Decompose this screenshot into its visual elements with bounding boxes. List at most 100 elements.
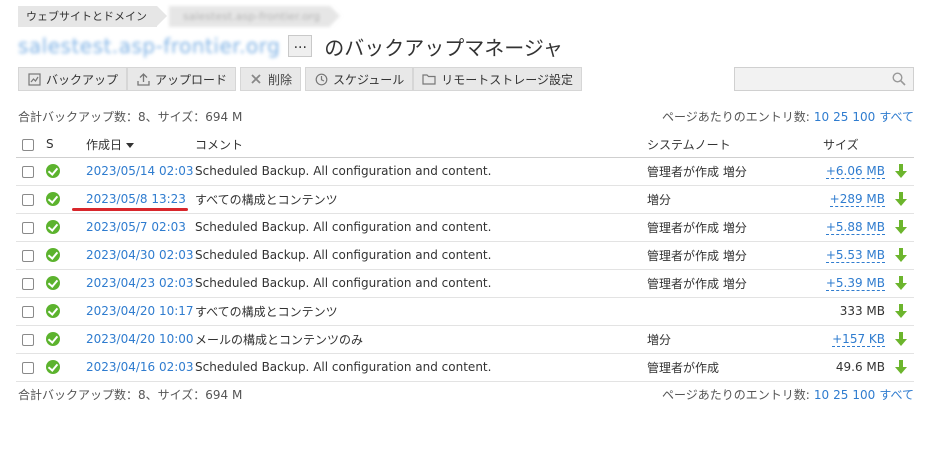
size-link[interactable]: +5.53 MB [825, 248, 885, 263]
date-cell: 2023/04/30 02:03 [86, 241, 195, 270]
row-checkbox-cell [16, 353, 46, 382]
status-ok-icon [46, 332, 60, 347]
summary-bottom: 合計バックアップ数：8、サイズ：694 M [18, 388, 243, 402]
row-checkbox[interactable] [22, 305, 34, 318]
row-checkbox[interactable] [22, 249, 34, 262]
download-icon[interactable] [894, 192, 907, 207]
system-note-header[interactable]: システムノート [647, 132, 823, 158]
download-icon[interactable] [894, 220, 907, 235]
breadcrumb: ウェブサイトとドメイン salestest.asp-frontier.org [18, 6, 342, 27]
table-header: S 作成日 コメント システムノート サイズ [16, 132, 914, 158]
breadcrumb-domain[interactable]: salestest.asp-frontier.org [169, 6, 341, 27]
download-cell [887, 325, 914, 354]
row-checkbox-cell [16, 185, 46, 214]
backup-table: S 作成日 コメント システムノート サイズ 2023/05/14 02:03 S… [16, 132, 914, 382]
per-page-label: ページあたりのエントリ数: [662, 388, 810, 402]
size-cell: +6.06 MB [823, 157, 887, 186]
date-cell: 2023/04/23 02:03 [86, 269, 195, 298]
more-button[interactable]: ... [288, 35, 313, 57]
system-note-cell: 管理者が作成 増分 [647, 241, 823, 270]
comment-header[interactable]: コメント [195, 132, 647, 158]
table-row: 2023/04/20 10:00 メールの構成とコンテンツのみ 増分 +157 KB [16, 325, 914, 354]
download-cell [887, 213, 914, 242]
row-checkbox-cell [16, 213, 46, 242]
download-icon[interactable] [894, 332, 907, 347]
per-page-100[interactable]: 100 [852, 110, 875, 124]
schedule-button[interactable]: スケジュール [305, 67, 414, 91]
search-input[interactable] [734, 67, 914, 91]
per-page-25[interactable]: 25 [833, 110, 848, 124]
status-header[interactable]: S [46, 132, 86, 158]
backup-icon [27, 72, 41, 86]
size-link[interactable]: +5.88 MB [825, 220, 885, 235]
domain-name-link[interactable]: salestest.asp-frontier.org [18, 34, 280, 58]
per-page-25[interactable]: 25 [833, 388, 848, 402]
row-checkbox[interactable] [22, 221, 34, 234]
comment-cell: すべての構成とコンテンツ [195, 297, 647, 326]
date-cell: 2023/05/14 02:03 [86, 157, 195, 186]
per-page-all[interactable]: すべて [879, 110, 914, 124]
row-checkbox[interactable] [22, 333, 34, 346]
per-page-10[interactable]: 10 [814, 388, 829, 402]
backup-date-link[interactable]: 2023/04/20 10:00 [86, 332, 194, 346]
delete-button[interactable]: 削除 [240, 67, 302, 91]
summary-top: 合計バックアップ数：8、サイズ：694 M [18, 110, 243, 124]
size-cell: +5.39 MB [823, 269, 887, 298]
status-cell [46, 269, 86, 298]
download-icon[interactable] [894, 276, 907, 291]
date-cell: 2023/04/16 02:03 [86, 353, 195, 382]
row-checkbox[interactable] [22, 165, 34, 178]
remote-storage-button[interactable]: リモートストレージ設定 [413, 67, 582, 91]
schedule-label: スケジュール [333, 72, 405, 87]
per-page-100[interactable]: 100 [852, 388, 875, 402]
row-checkbox-cell [16, 241, 46, 270]
table-row: 2023/04/23 02:03 Scheduled Backup. All co… [16, 269, 914, 298]
search-icon[interactable] [892, 72, 906, 86]
system-note-cell: 管理者が作成 増分 [647, 157, 823, 186]
status-ok-icon [46, 304, 60, 319]
clock-icon [314, 72, 328, 86]
per-page-10[interactable]: 10 [814, 110, 829, 124]
size-cell: +289 MB [823, 185, 887, 214]
backup-date-link[interactable]: 2023/05/14 02:03 [86, 164, 194, 178]
download-icon[interactable] [894, 248, 907, 263]
date-cell: 2023/04/20 10:00 [86, 325, 195, 354]
size-link[interactable]: +5.39 MB [825, 276, 885, 291]
red-underline-annotation [72, 208, 188, 211]
backup-date-link[interactable]: 2023/05/7 02:03 [86, 220, 186, 234]
size-header[interactable]: サイズ [823, 132, 887, 158]
size-link[interactable]: +289 MB [829, 192, 885, 207]
row-checkbox[interactable] [22, 277, 34, 290]
status-ok-icon [46, 276, 60, 291]
row-checkbox-cell [16, 269, 46, 298]
date-header[interactable]: 作成日 [86, 132, 195, 158]
download-icon[interactable] [894, 164, 907, 179]
backup-date-link[interactable]: 2023/04/23 02:03 [86, 276, 194, 290]
table-row: 2023/05/14 02:03 Scheduled Backup. All co… [16, 157, 914, 186]
backup-label: バックアップ [46, 72, 119, 87]
page-title: のバックアップマネージャ [324, 35, 563, 60]
table-row: 2023/04/30 02:03 Scheduled Backup. All co… [16, 241, 914, 270]
size-link[interactable]: +157 KB [832, 332, 885, 347]
comment-cell: Scheduled Backup. All configuration and … [195, 157, 647, 186]
backup-date-link[interactable]: 2023/04/30 02:03 [86, 248, 194, 262]
breadcrumb-websites-domains[interactable]: ウェブサイトとドメイン [18, 6, 167, 27]
per-page-label: ページあたりのエントリ数: [662, 110, 810, 124]
per-page-all[interactable]: すべて [879, 388, 914, 402]
upload-button[interactable]: アップロード [127, 67, 237, 91]
size-cell: +5.88 MB [823, 213, 887, 242]
backup-date-link[interactable]: 2023/04/16 02:03 [86, 360, 194, 374]
row-checkbox[interactable] [22, 361, 34, 374]
download-icon[interactable] [894, 360, 907, 375]
backup-date-link[interactable]: 2023/04/20 10:17 [86, 304, 194, 318]
size-link[interactable]: +6.06 MB [825, 164, 885, 179]
remote-storage-label: リモートストレージ設定 [441, 72, 573, 87]
backup-date-link[interactable]: 2023/05/8 13:23 [86, 192, 186, 206]
select-all-checkbox[interactable] [22, 138, 34, 151]
row-checkbox[interactable] [22, 193, 34, 206]
row-checkbox-cell [16, 297, 46, 326]
download-icon[interactable] [894, 304, 907, 319]
status-cell [46, 325, 86, 354]
table-row: 2023/05/7 02:03 Scheduled Backup. All con… [16, 213, 914, 242]
backup-button[interactable]: バックアップ [18, 67, 128, 91]
